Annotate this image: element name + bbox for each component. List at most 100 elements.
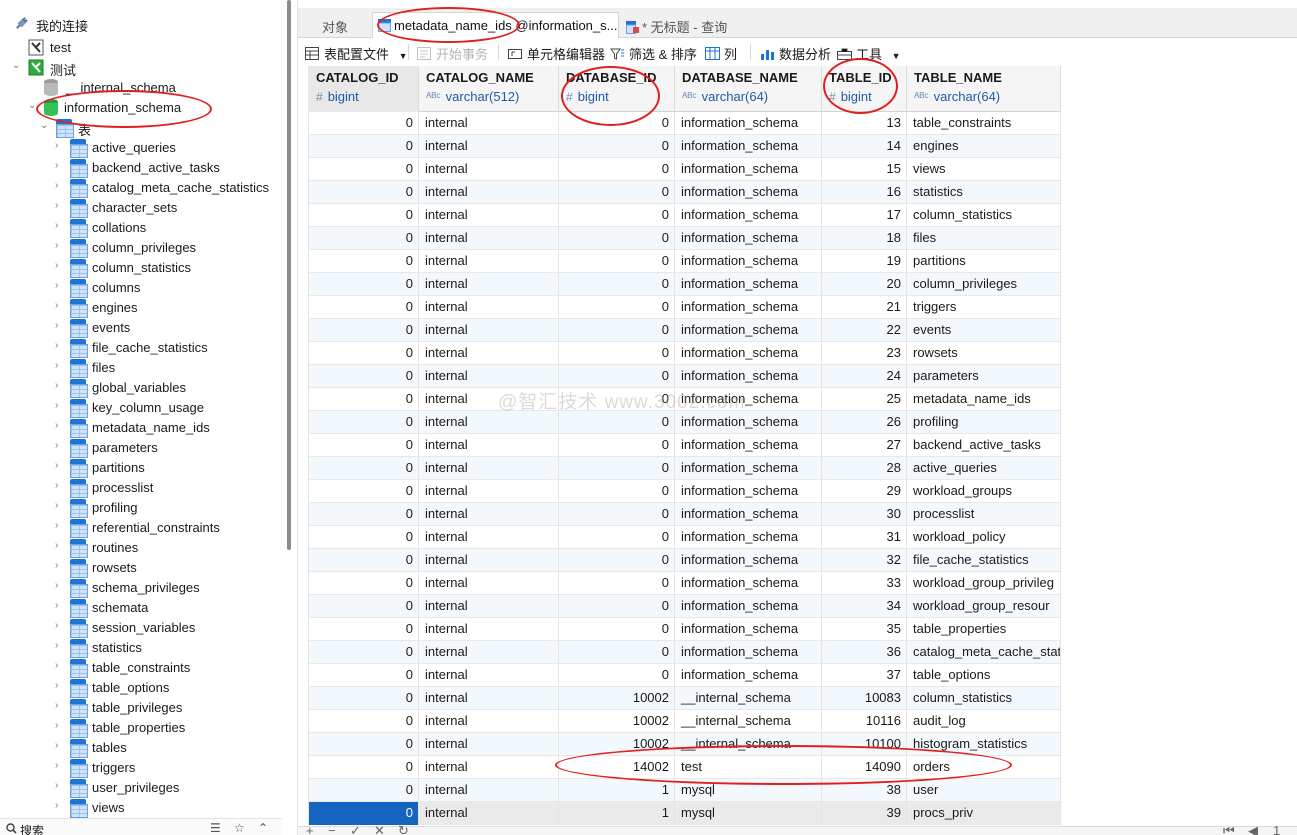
table-cell[interactable]: 0 bbox=[559, 342, 675, 365]
sidebar-table-item[interactable]: › active_queries bbox=[0, 138, 282, 158]
table-cell[interactable]: 0 bbox=[309, 296, 419, 319]
table-cell[interactable]: 0 bbox=[559, 664, 675, 687]
table-cell[interactable]: engines bbox=[907, 135, 1061, 158]
table-cell[interactable]: 0 bbox=[559, 503, 675, 526]
table-cell[interactable]: 0 bbox=[559, 526, 675, 549]
table-cell[interactable]: profiling bbox=[907, 411, 1061, 434]
table-cell[interactable]: 0 bbox=[309, 802, 419, 825]
table-cell[interactable]: information_schema bbox=[675, 664, 822, 687]
table-cell[interactable]: 0 bbox=[559, 250, 675, 273]
table-cell[interactable]: orders bbox=[907, 756, 1061, 779]
apply-icon[interactable]: ✓ bbox=[350, 823, 361, 835]
chevron-right-icon[interactable]: › bbox=[55, 561, 65, 571]
chevron-right-icon[interactable]: › bbox=[55, 221, 65, 231]
delete-record-icon[interactable]: − bbox=[328, 823, 336, 835]
table-cell[interactable]: 0 bbox=[309, 779, 419, 802]
table-cell[interactable]: processlist bbox=[907, 503, 1061, 526]
table-cell[interactable]: information_schema bbox=[675, 227, 822, 250]
table-row[interactable]: 0 internal 0 information_schema 27 backend_ac… bbox=[309, 434, 1061, 457]
table-cell[interactable]: 0 bbox=[559, 296, 675, 319]
table-cell[interactable]: test bbox=[675, 756, 822, 779]
table-cell[interactable]: information_schema bbox=[675, 549, 822, 572]
table-cell[interactable]: 34 bbox=[822, 595, 907, 618]
table-cell[interactable]: 21 bbox=[822, 296, 907, 319]
filter-sort-button[interactable]: 筛选 & 排序 bbox=[610, 44, 697, 63]
table-row[interactable]: 0 internal 0 information_schema 21 triggers bbox=[309, 296, 1061, 319]
table-cell[interactable]: column_privileges bbox=[907, 273, 1061, 296]
table-cell[interactable]: 0 bbox=[309, 503, 419, 526]
table-cell[interactable]: information_schema bbox=[675, 503, 822, 526]
table-cell[interactable]: information_schema bbox=[675, 526, 822, 549]
table-cell[interactable]: 1 bbox=[559, 802, 675, 825]
table-cell[interactable]: information_schema bbox=[675, 365, 822, 388]
table-cell[interactable]: internal bbox=[419, 135, 559, 158]
sidebar-table-item[interactable]: › profiling bbox=[0, 498, 282, 518]
table-cell[interactable]: 0 bbox=[309, 664, 419, 687]
table-cell[interactable]: 0 bbox=[309, 756, 419, 779]
table-cell[interactable]: internal bbox=[419, 526, 559, 549]
chevron-right-icon[interactable]: › bbox=[55, 681, 65, 691]
table-cell[interactable]: 10002 bbox=[559, 710, 675, 733]
table-row[interactable]: 0 internal 10002 __internal_schema 10116 audi… bbox=[309, 710, 1061, 733]
table-row[interactable]: 0 internal 0 information_schema 19 partitions bbox=[309, 250, 1061, 273]
table-cell[interactable]: 37 bbox=[822, 664, 907, 687]
table-cell[interactable]: 35 bbox=[822, 618, 907, 641]
table-cell[interactable]: internal bbox=[419, 503, 559, 526]
table-cell[interactable]: information_schema bbox=[675, 296, 822, 319]
table-cell[interactable]: information_schema bbox=[675, 204, 822, 227]
sidebar-table-item[interactable]: › catalog_meta_cache_statistics bbox=[0, 178, 282, 198]
table-cell[interactable]: 28 bbox=[822, 457, 907, 480]
chevron-right-icon[interactable]: › bbox=[55, 341, 65, 351]
sidebar-table-item[interactable]: › events bbox=[0, 318, 282, 338]
add-record-icon[interactable]: + bbox=[306, 823, 314, 835]
table-cell[interactable]: internal bbox=[419, 641, 559, 664]
table-cell[interactable]: internal bbox=[419, 595, 559, 618]
collapse-icon[interactable]: ⌃ bbox=[258, 821, 268, 835]
table-cell[interactable]: events bbox=[907, 319, 1061, 342]
table-cell[interactable]: 0 bbox=[559, 319, 675, 342]
table-cell[interactable]: 0 bbox=[559, 273, 675, 296]
table-cell[interactable]: information_schema bbox=[675, 135, 822, 158]
table-cell[interactable]: 14002 bbox=[559, 756, 675, 779]
table-cell[interactable]: information_schema bbox=[675, 181, 822, 204]
table-cell[interactable]: mysql bbox=[675, 802, 822, 825]
table-cell[interactable]: 0 bbox=[309, 112, 419, 135]
table-row[interactable]: 0 internal 0 information_schema 22 events bbox=[309, 319, 1061, 342]
table-cell[interactable]: information_schema bbox=[675, 641, 822, 664]
table-cell[interactable]: information_schema bbox=[675, 158, 822, 181]
table-cell[interactable]: internal bbox=[419, 549, 559, 572]
table-cell[interactable]: 0 bbox=[309, 618, 419, 641]
table-cell[interactable]: information_schema bbox=[675, 457, 822, 480]
table-row[interactable]: 0 internal 10002 __internal_schema 10100 hist… bbox=[309, 733, 1061, 756]
table-row[interactable]: 0 internal 0 information_schema 37 table_opti… bbox=[309, 664, 1061, 687]
table-row[interactable]: 0 internal 0 information_schema 20 column_pri… bbox=[309, 273, 1061, 296]
table-cell[interactable]: internal bbox=[419, 158, 559, 181]
chevron-right-icon[interactable]: › bbox=[55, 541, 65, 551]
star-icon[interactable]: ☆ bbox=[234, 821, 245, 835]
sidebar-table-item[interactable]: › collations bbox=[0, 218, 282, 238]
table-cell[interactable]: 0 bbox=[559, 365, 675, 388]
chevron-right-icon[interactable]: › bbox=[55, 301, 65, 311]
table-cell[interactable]: 0 bbox=[559, 618, 675, 641]
chevron-right-icon[interactable]: › bbox=[55, 521, 65, 531]
table-row[interactable]: 0 internal 0 information_schema 16 statistics bbox=[309, 181, 1061, 204]
sidebar-table-item[interactable]: › backend_active_tasks bbox=[0, 158, 282, 178]
tools-button[interactable]: 工具 ▼ bbox=[837, 44, 901, 63]
table-cell[interactable]: __internal_schema bbox=[675, 733, 822, 756]
table-cell[interactable]: 0 bbox=[559, 641, 675, 664]
table-cell[interactable]: internal bbox=[419, 480, 559, 503]
table-row[interactable]: 0 internal 0 information_schema 14 engines bbox=[309, 135, 1061, 158]
table-cell[interactable]: 0 bbox=[309, 319, 419, 342]
table-row[interactable]: 0 internal 0 information_schema 26 profiling bbox=[309, 411, 1061, 434]
table-cell[interactable]: 0 bbox=[559, 434, 675, 457]
column-header[interactable]: DATABASE_ID # bigint bbox=[559, 66, 675, 112]
table-cell[interactable]: procs_priv bbox=[907, 802, 1061, 825]
chevron-right-icon[interactable]: › bbox=[55, 661, 65, 671]
chevron-right-icon[interactable]: › bbox=[55, 481, 65, 491]
chevron-right-icon[interactable]: › bbox=[55, 641, 65, 651]
table-row[interactable]: 0 internal 0 information_schema 17 column_sta… bbox=[309, 204, 1061, 227]
table-cell[interactable]: partitions bbox=[907, 250, 1061, 273]
table-cell[interactable]: 0 bbox=[309, 710, 419, 733]
table-cell[interactable]: 0 bbox=[559, 549, 675, 572]
sidebar-table-item[interactable]: › global_variables bbox=[0, 378, 282, 398]
